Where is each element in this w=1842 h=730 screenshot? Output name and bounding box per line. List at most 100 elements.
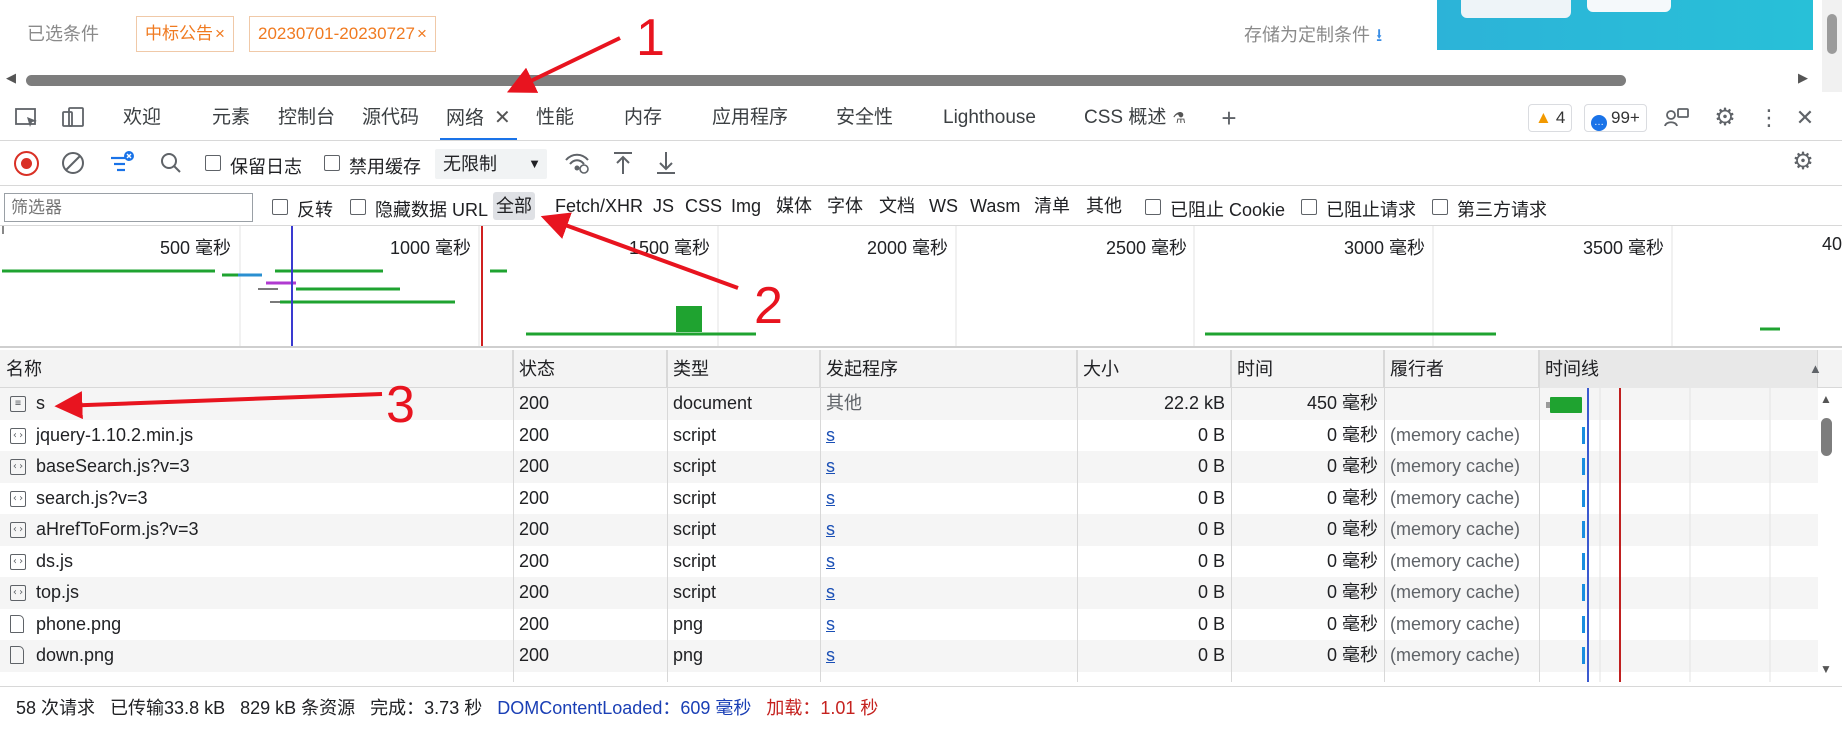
blocked-requests-checkbox[interactable] [1301, 199, 1317, 215]
tab-console[interactable]: 控制台 [278, 96, 335, 140]
search-icon[interactable] [158, 150, 184, 174]
close-icon[interactable]: × [215, 24, 225, 43]
device-toolbar-icon[interactable] [60, 106, 86, 130]
filter-input[interactable] [4, 193, 253, 222]
request-initiator[interactable]: s [826, 514, 1066, 546]
request-name: search.js?v=3 [36, 487, 148, 508]
sort-ascending-icon[interactable]: ▲ [1809, 350, 1822, 388]
network-overview[interactable]: 500 毫秒 1000 毫秒 1500 毫秒 2000 毫秒 2500 毫秒 3… [0, 226, 1842, 348]
blocked-cookies-label: 已阻止 Cookie [1170, 200, 1286, 220]
import-har-icon[interactable] [610, 150, 636, 174]
tab-application[interactable]: 应用程序 [712, 96, 788, 140]
tab-welcome[interactable]: 欢迎 [123, 96, 161, 140]
hide-data-urls-checkbox[interactable] [350, 199, 366, 215]
scrollbar-thumb[interactable] [26, 75, 1626, 86]
request-type: script [673, 487, 717, 508]
preserve-log-checkbox[interactable] [205, 155, 221, 171]
filter-type-wasm[interactable]: Wasm [967, 192, 1023, 220]
column-header-initiator[interactable]: 发起程序 [820, 350, 1077, 388]
chip-bid-announcement[interactable]: 中标公告 × [136, 16, 234, 52]
settings-icon[interactable]: ⚙ [1712, 106, 1738, 130]
network-conditions-icon[interactable] [563, 150, 589, 174]
chip-date-range[interactable]: 20230701-20230727 × [249, 16, 436, 52]
column-divider[interactable] [513, 350, 514, 682]
tab-memory[interactable]: 内存 [624, 96, 662, 140]
filter-type-doc[interactable]: 文档 [876, 192, 918, 220]
close-icon[interactable]: × [417, 24, 427, 43]
add-tab-icon[interactable]: + [1216, 105, 1242, 131]
scroll-up-icon[interactable]: ▲ [1820, 392, 1832, 406]
invert-checkbox[interactable] [272, 199, 288, 215]
request-status: 200 [519, 519, 550, 539]
column-header-waterfall[interactable]: 时间线 ▲ [1539, 350, 1822, 388]
more-options-icon[interactable]: ⋮ [1756, 106, 1782, 130]
scrollbar-thumb[interactable] [1827, 14, 1837, 54]
horizontal-scrollbar[interactable]: ◀ ▶ [0, 70, 1822, 88]
scroll-down-icon[interactable]: ▼ [1820, 662, 1832, 676]
filter-type-all[interactable]: 全部 [493, 192, 535, 220]
record-button[interactable] [14, 151, 39, 176]
filter-type-img[interactable]: Img [728, 192, 764, 220]
filter-type-ws[interactable]: WS [926, 192, 961, 220]
table-vertical-scrollbar[interactable]: ▲ ▼ [1818, 388, 1842, 682]
export-har-icon[interactable] [653, 150, 679, 174]
request-initiator[interactable]: s [826, 640, 1066, 672]
column-header-type[interactable]: 类型 [667, 350, 820, 388]
close-devtools-icon[interactable]: ✕ [1792, 106, 1818, 130]
filter-type-fetch-xhr[interactable]: Fetch/XHR [552, 192, 646, 220]
third-party-checkbox[interactable] [1432, 199, 1448, 215]
scroll-right-icon[interactable]: ▶ [1798, 70, 1808, 86]
blocked-cookies-checkbox[interactable] [1145, 199, 1161, 215]
tab-css-overview[interactable]: CSS 概述 ⚗ [1084, 96, 1186, 140]
tab-security[interactable]: 安全性 [836, 96, 893, 140]
request-initiator[interactable]: s [826, 420, 1066, 452]
column-header-name[interactable]: 名称 [0, 350, 513, 388]
tab-sources[interactable]: 源代码 [362, 96, 419, 140]
tab-network[interactable]: 网络 ✕ [440, 96, 517, 140]
tab-lighthouse[interactable]: Lighthouse [943, 96, 1036, 140]
tab-performance[interactable]: 性能 [536, 96, 574, 140]
request-initiator[interactable]: s [826, 546, 1066, 578]
column-divider[interactable] [1077, 350, 1078, 682]
request-time: 0 毫秒 [1326, 582, 1378, 602]
filter-icon[interactable] [108, 150, 134, 174]
scrollbar-thumb[interactable] [1821, 418, 1832, 456]
request-fulfilled-by: (memory cache) [1390, 456, 1521, 476]
column-divider[interactable] [1231, 350, 1232, 682]
request-initiator[interactable]: s [826, 451, 1066, 483]
column-header-size[interactable]: 大小 [1077, 350, 1231, 388]
clear-icon[interactable] [60, 150, 86, 174]
filter-type-css[interactable]: CSS [682, 192, 725, 220]
column-header-time[interactable]: 时间 [1231, 350, 1384, 388]
request-initiator[interactable]: s [826, 577, 1066, 609]
scroll-left-icon[interactable]: ◀ [6, 70, 16, 86]
tab-elements[interactable]: 元素 [212, 96, 250, 140]
column-header-fulfilled-by[interactable]: 履行者 [1384, 350, 1539, 388]
feedback-icon[interactable] [1664, 106, 1690, 130]
warnings-badge[interactable]: ▲ 4 [1528, 104, 1573, 132]
column-header-status[interactable]: 状态 [513, 350, 667, 388]
request-size: 22.2 kB [1163, 393, 1225, 413]
filter-type-media[interactable]: 媒体 [773, 192, 815, 220]
close-icon[interactable]: ✕ [494, 107, 511, 129]
disable-cache-checkbox[interactable] [324, 155, 340, 171]
devtools-tab-bar: 欢迎 元素 控制台 源代码 网络 ✕ 性能 内存 应用程序 安全性 Lightho… [0, 96, 1842, 141]
request-initiator[interactable]: s [826, 609, 1066, 641]
messages-badge[interactable]: … 99+ [1584, 104, 1647, 132]
filter-type-js[interactable]: JS [650, 192, 677, 220]
column-divider[interactable] [1384, 350, 1385, 682]
filter-type-other[interactable]: 其他 [1083, 192, 1125, 220]
banner-image[interactable] [1437, 0, 1813, 50]
column-divider[interactable] [820, 350, 821, 682]
page-vertical-scrollbar[interactable] [1822, 0, 1842, 92]
request-fulfilled-by: (memory cache) [1390, 550, 1521, 571]
column-divider[interactable] [667, 350, 668, 682]
inspect-element-icon[interactable] [14, 106, 40, 130]
network-settings-icon[interactable]: ⚙ [1790, 150, 1816, 174]
request-name: aHrefToForm.js?v=3 [36, 519, 199, 539]
filter-type-font[interactable]: 字体 [824, 192, 866, 220]
filter-type-manifest[interactable]: 清单 [1031, 192, 1073, 220]
throttling-select[interactable]: 无限制 ▼ [435, 149, 547, 179]
save-condition-link[interactable]: 存储为定制条件 ⭳ [1244, 21, 1382, 53]
request-initiator[interactable]: s [826, 483, 1066, 515]
